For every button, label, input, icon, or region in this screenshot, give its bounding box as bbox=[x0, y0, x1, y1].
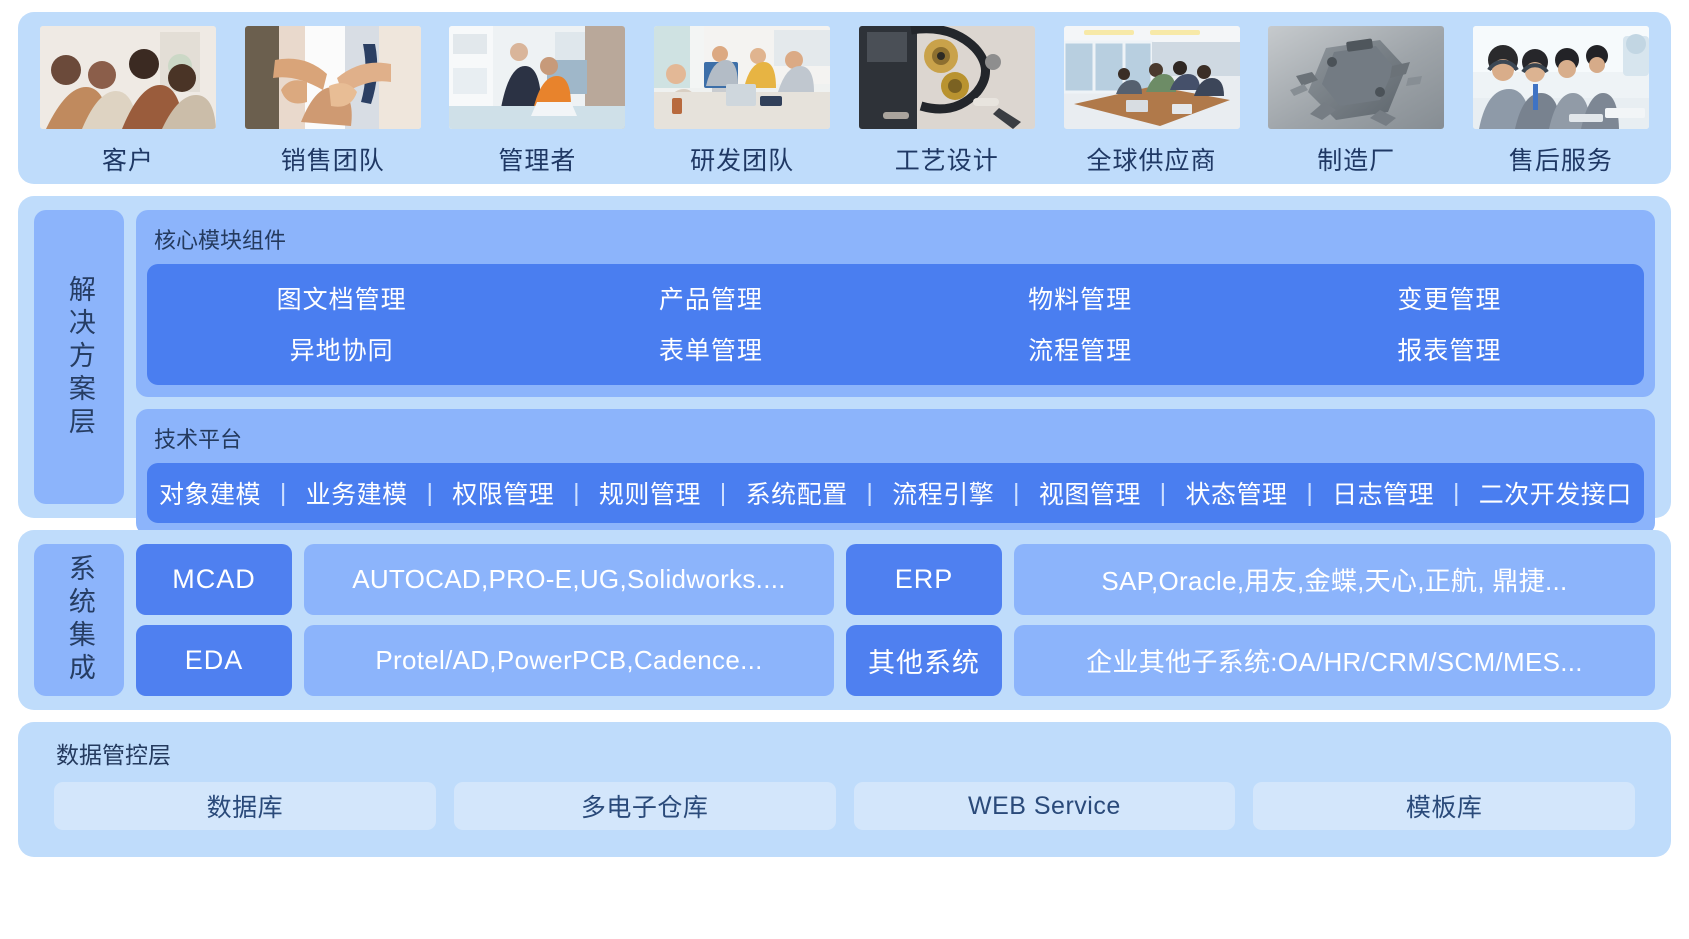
tech-separator: | bbox=[1306, 478, 1314, 507]
tech-platform-item[interactable]: 二次开发接口 bbox=[1479, 475, 1632, 511]
mechanical-parts-photo bbox=[858, 26, 1035, 129]
core-module-item[interactable]: 变更管理 bbox=[1265, 280, 1634, 316]
stakeholder-item[interactable]: 工艺设计 bbox=[858, 26, 1035, 177]
tech-separator: | bbox=[279, 478, 287, 507]
data-layer-title: 数据管控层 bbox=[56, 742, 171, 768]
solution-layer-content: 核心模块组件 图文档管理 产品管理 物料管理 变更管理 异地协同 表单管理 流程… bbox=[136, 210, 1655, 535]
tech-platform-item[interactable]: 系统配置 bbox=[746, 475, 848, 511]
stakeholder-item[interactable]: 售后服务 bbox=[1472, 26, 1649, 177]
stakeholder-item[interactable]: 客户 bbox=[40, 26, 216, 177]
core-module-item[interactable]: 物料管理 bbox=[896, 280, 1265, 316]
stakeholder-label: 客户 bbox=[101, 147, 154, 175]
data-layer-item-template[interactable]: 模板库 bbox=[1253, 782, 1635, 830]
tech-separator: | bbox=[1452, 478, 1460, 507]
system-integration-panel: 系统集成 MCAD AUTOCAD,PRO-E,UG,Solidworks...… bbox=[18, 530, 1671, 710]
manager-office-photo bbox=[449, 26, 626, 129]
call-center-photo bbox=[1472, 26, 1649, 129]
tech-separator: | bbox=[426, 478, 434, 507]
tech-platform-item[interactable]: 规则管理 bbox=[599, 475, 701, 511]
tech-platform-item[interactable]: 对象建模 bbox=[159, 475, 261, 511]
stakeholder-label: 全球供应商 bbox=[1086, 147, 1217, 175]
stakeholder-label: 售后服务 bbox=[1508, 147, 1613, 175]
tech-platform-item[interactable]: 日志管理 bbox=[1332, 475, 1434, 511]
integration-value-other[interactable]: 企业其他子系统:OA/HR/CRM/SCM/MES... bbox=[1014, 625, 1655, 696]
system-integration-side-label: 系统集成 bbox=[64, 554, 95, 686]
tech-separator: | bbox=[1159, 478, 1167, 507]
stakeholder-item[interactable]: 管理者 bbox=[449, 26, 626, 177]
handshake-meeting-photo bbox=[40, 26, 216, 129]
data-layer-item-warehouse[interactable]: 多电子仓库 bbox=[453, 782, 836, 830]
stakeholders-panel: 客户 销售团队 管理者 研发团队 工艺设计 全球供应商 制造厂 售后服务 bbox=[18, 12, 1671, 184]
integration-key-other[interactable]: 其他系统 bbox=[846, 625, 1002, 696]
car-chassis-render-photo bbox=[1268, 26, 1445, 129]
integration-value-mcad[interactable]: AUTOCAD,PRO-E,UG,Solidworks.... bbox=[304, 544, 834, 615]
solution-layer-side-label: 解决方案层 bbox=[64, 274, 95, 440]
tech-separator: | bbox=[573, 478, 581, 507]
tech-separator: | bbox=[1013, 478, 1021, 507]
core-module-item[interactable]: 图文档管理 bbox=[157, 280, 526, 316]
stakeholder-item[interactable]: 研发团队 bbox=[654, 26, 831, 177]
stakeholder-label: 研发团队 bbox=[690, 147, 795, 175]
core-modules-group: 核心模块组件 图文档管理 产品管理 物料管理 变更管理 异地协同 表单管理 流程… bbox=[136, 210, 1655, 397]
team-hands-together-photo bbox=[244, 26, 421, 129]
tech-platform-group: 技术平台 对象建模 | 业务建模 | 权限管理 | 规则管理 | 系统配置 | … bbox=[136, 409, 1655, 535]
solution-layer-side-tab: 解决方案层 bbox=[34, 210, 124, 504]
integration-value-eda[interactable]: Protel/AD,PowerPCB,Cadence... bbox=[304, 625, 834, 696]
stakeholder-item[interactable]: 制造厂 bbox=[1268, 26, 1445, 177]
integration-key-eda[interactable]: EDA bbox=[136, 625, 292, 696]
data-management-layer-panel: 数据管控层 数据库 多电子仓库 WEB Service 模板库 bbox=[18, 722, 1671, 857]
tech-platform-item[interactable]: 权限管理 bbox=[452, 475, 554, 511]
core-modules-title: 核心模块组件 bbox=[154, 228, 287, 253]
core-module-item[interactable]: 报表管理 bbox=[1265, 331, 1634, 367]
stakeholder-label: 工艺设计 bbox=[894, 147, 999, 175]
data-layer-item-webservice[interactable]: WEB Service bbox=[853, 782, 1236, 830]
diagram-canvas: 客户 销售团队 管理者 研发团队 工艺设计 全球供应商 制造厂 售后服务 解决方… bbox=[0, 0, 1689, 939]
data-layer-items: 数据库 多电子仓库 WEB Service 模板库 bbox=[36, 782, 1653, 830]
core-module-item[interactable]: 表单管理 bbox=[526, 331, 895, 367]
core-modules-grid: 图文档管理 产品管理 物料管理 变更管理 异地协同 表单管理 流程管理 报表管理 bbox=[147, 264, 1644, 385]
tech-platform-item[interactable]: 业务建模 bbox=[306, 475, 408, 511]
stakeholder-label: 制造厂 bbox=[1317, 147, 1396, 175]
core-module-item[interactable]: 流程管理 bbox=[896, 331, 1265, 367]
data-layer-item-database[interactable]: 数据库 bbox=[54, 782, 436, 830]
solution-layer-panel: 解决方案层 核心模块组件 图文档管理 产品管理 物料管理 变更管理 异地协同 表… bbox=[18, 196, 1671, 535]
tech-separator: | bbox=[719, 478, 727, 507]
integration-value-erp[interactable]: SAP,Oracle,用友,金蝶,天心,正航, 鼎捷... bbox=[1014, 544, 1655, 615]
conference-room-photo bbox=[1063, 26, 1240, 129]
system-integration-side-tab: 系统集成 bbox=[34, 544, 124, 696]
stakeholder-label: 管理者 bbox=[498, 147, 577, 175]
tech-platform-strip: 对象建模 | 业务建模 | 权限管理 | 规则管理 | 系统配置 | 流程引擎 … bbox=[147, 463, 1644, 523]
stakeholder-item[interactable]: 全球供应商 bbox=[1063, 26, 1240, 177]
core-module-item[interactable]: 异地协同 bbox=[157, 331, 526, 367]
stakeholder-label: 销售团队 bbox=[280, 147, 385, 175]
integration-key-mcad[interactable]: MCAD bbox=[136, 544, 292, 615]
tech-platform-item[interactable]: 状态管理 bbox=[1185, 475, 1287, 511]
tech-platform-item[interactable]: 流程引擎 bbox=[892, 475, 994, 511]
rnd-team-desks-photo bbox=[654, 26, 831, 129]
tech-platform-item[interactable]: 视图管理 bbox=[1039, 475, 1141, 511]
stakeholder-item[interactable]: 销售团队 bbox=[244, 26, 421, 177]
system-integration-grid: MCAD AUTOCAD,PRO-E,UG,Solidworks.... ERP… bbox=[136, 544, 1655, 696]
core-module-item[interactable]: 产品管理 bbox=[526, 280, 895, 316]
tech-platform-title: 技术平台 bbox=[154, 427, 243, 452]
tech-separator: | bbox=[866, 478, 874, 507]
integration-key-erp[interactable]: ERP bbox=[846, 544, 1002, 615]
